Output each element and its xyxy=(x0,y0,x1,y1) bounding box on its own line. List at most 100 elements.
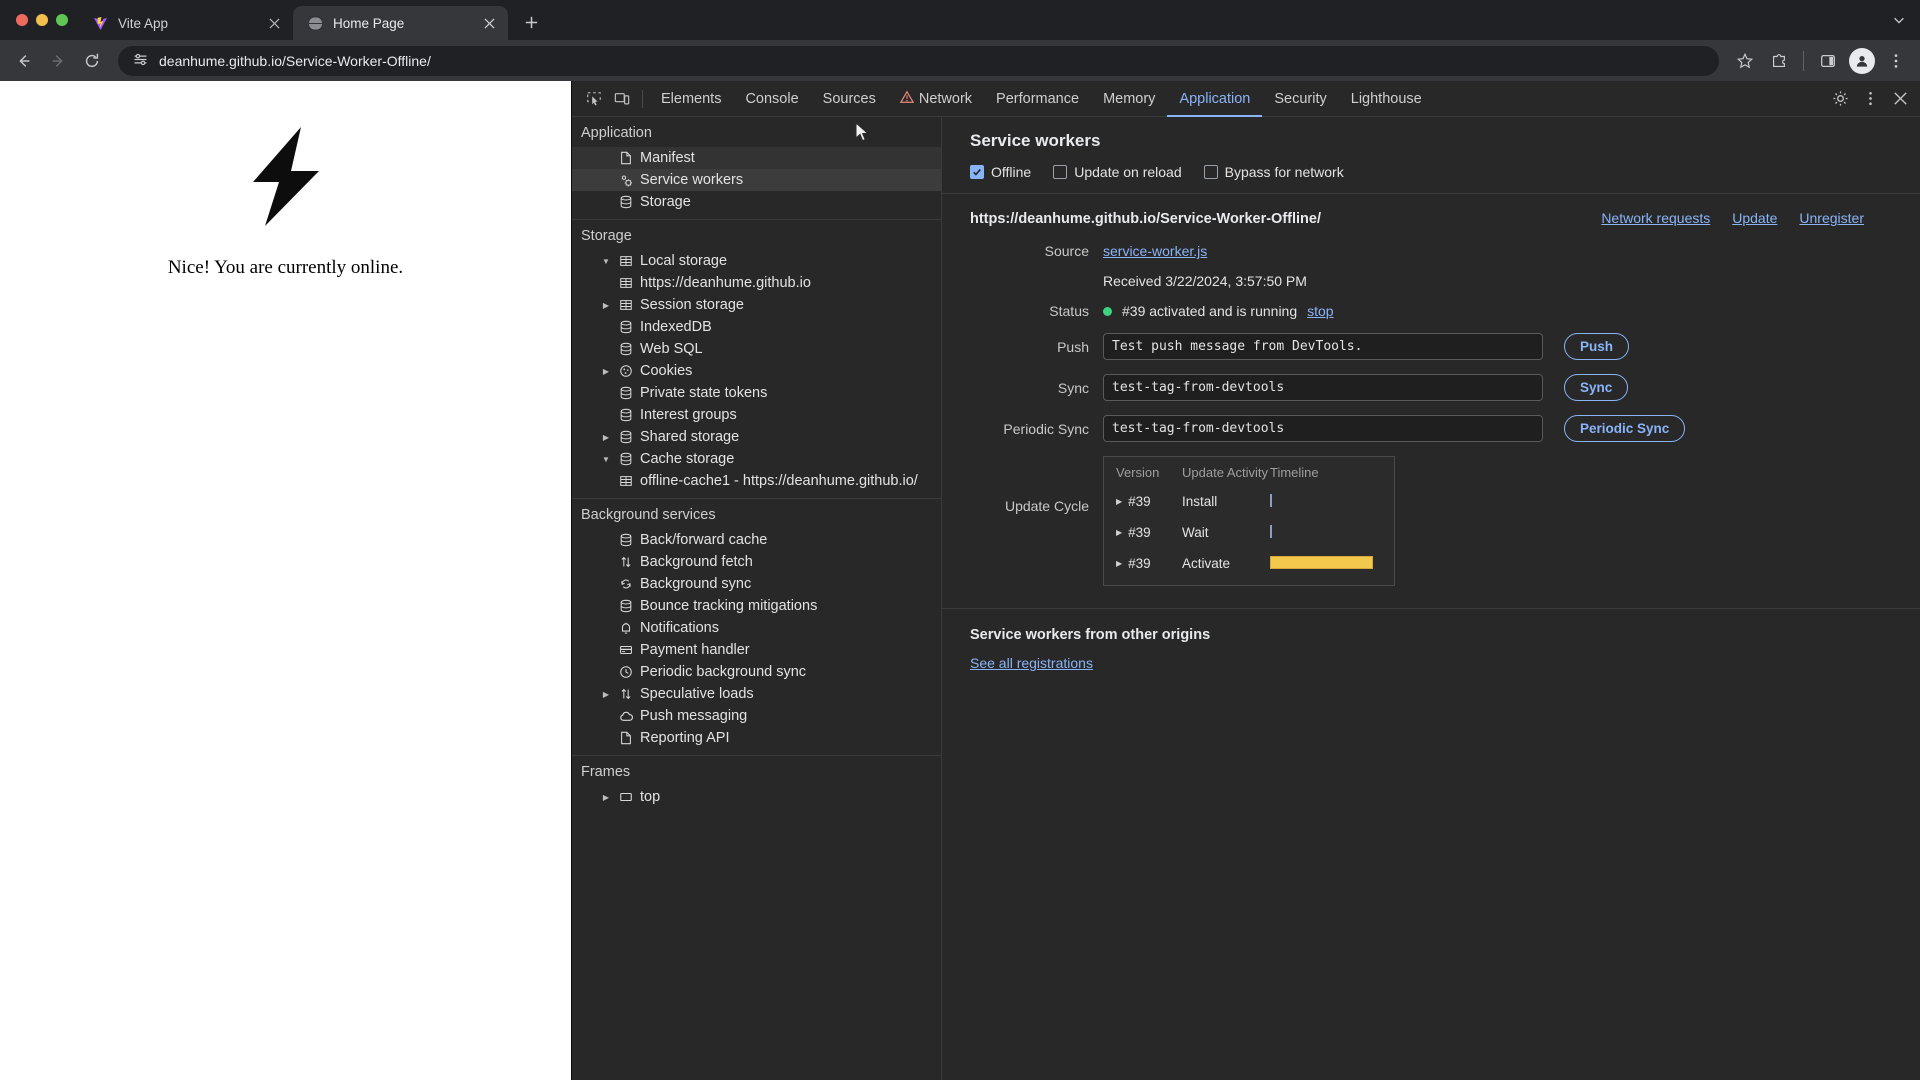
table-row[interactable]: ▶ #39 Activate xyxy=(1104,548,1394,579)
tab-performance[interactable]: Performance xyxy=(984,81,1091,117)
sidebar-item-indexeddb[interactable]: IndexedDB xyxy=(572,316,941,338)
close-icon[interactable] xyxy=(480,14,498,32)
sidebar-item-cookies[interactable]: ▶ Cookies xyxy=(572,360,941,382)
sidebar-item-reporting-api[interactable]: Reporting API xyxy=(572,727,941,749)
chevron-right-icon[interactable]: ▶ xyxy=(600,301,612,310)
registration-actions: Network requests Update Unregister xyxy=(1601,210,1892,226)
close-icon[interactable] xyxy=(1886,86,1914,112)
site-settings-icon[interactable] xyxy=(132,51,149,71)
update-link[interactable]: Update xyxy=(1732,210,1777,226)
tab-network[interactable]: Network xyxy=(888,81,984,117)
bookmark-star-icon[interactable] xyxy=(1729,45,1761,77)
sidebar-item-web-sql[interactable]: Web SQL xyxy=(572,338,941,360)
sidebar-item-background-sync[interactable]: Background sync xyxy=(572,573,941,595)
sync-input[interactable] xyxy=(1103,374,1543,401)
sidebar-item-local-storage-origin[interactable]: https://deanhume.github.io xyxy=(572,272,941,294)
chevron-right-icon[interactable]: ▶ xyxy=(1116,497,1122,506)
side-panel-icon[interactable] xyxy=(1812,45,1844,77)
profile-avatar[interactable] xyxy=(1846,45,1878,77)
sidebar-item-shared-storage[interactable]: ▶ Shared storage xyxy=(572,426,941,448)
sidebar-item-storage[interactable]: Storage xyxy=(572,191,941,213)
chevron-down-icon[interactable]: ▼ xyxy=(600,455,612,464)
sidebar-item-private-state-tokens[interactable]: Private state tokens xyxy=(572,382,941,404)
update-cycle-label: Update Cycle xyxy=(1004,498,1089,514)
tab-security[interactable]: Security xyxy=(1262,81,1338,117)
browser-tab-home-page[interactable]: Home Page xyxy=(293,6,508,40)
offline-checkbox[interactable]: Offline xyxy=(970,164,1031,180)
device-toolbar-icon[interactable] xyxy=(608,86,636,112)
checkbox-label: Update on reload xyxy=(1074,164,1182,180)
gear-icon[interactable] xyxy=(1826,86,1854,112)
table-row[interactable]: ▶ #39 Install xyxy=(1104,486,1394,517)
chevron-right-icon[interactable]: ▶ xyxy=(1116,528,1122,537)
unregister-link[interactable]: Unregister xyxy=(1799,210,1864,226)
sidebar-group-frames: Frames ▶ top xyxy=(572,756,941,814)
sidebar-item-session-storage[interactable]: ▶ Session storage xyxy=(572,294,941,316)
sidebar-item-back-forward-cache[interactable]: Back/forward cache xyxy=(572,529,941,551)
maximize-window-button[interactable] xyxy=(56,14,68,26)
sidebar-item-bounce-tracking-mitigations[interactable]: Bounce tracking mitigations xyxy=(572,595,941,617)
sidebar-item-local-storage[interactable]: ▼ Local storage xyxy=(572,250,941,272)
sync-button[interactable]: Sync xyxy=(1564,374,1629,401)
sidebar-item-cache-storage[interactable]: ▼ Cache storage xyxy=(572,448,941,470)
service-worker-registration: https://deanhume.github.io/Service-Worke… xyxy=(942,194,1920,586)
cloud-icon xyxy=(618,709,634,724)
received-timestamp: Received 3/22/2024, 3:57:50 PM xyxy=(1103,273,1307,289)
close-window-button[interactable] xyxy=(16,14,28,26)
periodic-sync-button[interactable]: Periodic Sync xyxy=(1564,415,1686,442)
inspect-element-icon[interactable] xyxy=(580,86,608,112)
browser-menu-icon[interactable] xyxy=(1880,45,1912,77)
new-tab-button[interactable] xyxy=(516,7,546,37)
reload-button[interactable] xyxy=(76,45,108,77)
update-on-reload-checkbox[interactable]: Update on reload xyxy=(1053,164,1182,180)
sidebar-item-service-workers[interactable]: Service workers xyxy=(572,169,941,191)
chevron-right-icon[interactable]: ▶ xyxy=(600,793,612,802)
sidebar-item-periodic-background-sync[interactable]: Periodic background sync xyxy=(572,661,941,683)
network-requests-link[interactable]: Network requests xyxy=(1601,210,1710,226)
sidebar-item-interest-groups[interactable]: Interest groups xyxy=(572,404,941,426)
sidebar-item-top-frame[interactable]: ▶ top xyxy=(572,786,941,808)
tab-lighthouse[interactable]: Lighthouse xyxy=(1339,81,1434,117)
extensions-icon[interactable] xyxy=(1763,45,1795,77)
table-row[interactable]: ▶ #39 Wait xyxy=(1104,517,1394,548)
periodic-sync-input[interactable] xyxy=(1103,415,1543,442)
sidebar-group-background-services: Background services Back/forward cache B… xyxy=(572,499,941,756)
chevron-right-icon[interactable]: ▶ xyxy=(600,433,612,442)
minimize-window-button[interactable] xyxy=(36,14,48,26)
chevron-right-icon[interactable]: ▶ xyxy=(600,690,612,699)
stop-link[interactable]: stop xyxy=(1307,303,1333,319)
tab-elements[interactable]: Elements xyxy=(649,81,733,117)
browser-tab-vite-app[interactable]: Vite App xyxy=(78,6,293,40)
tab-console[interactable]: Console xyxy=(733,81,810,117)
other-origins-title: Service workers from other origins xyxy=(970,627,1211,643)
cell-version: #39 xyxy=(1128,494,1151,509)
forward-button[interactable] xyxy=(42,45,74,77)
source-file-link[interactable]: service-worker.js xyxy=(1103,243,1207,259)
sidebar-group-storage: Storage ▼ Local storage https://deanhume… xyxy=(572,220,941,499)
bypass-for-network-checkbox[interactable]: Bypass for network xyxy=(1203,164,1344,180)
sidebar-item-background-fetch[interactable]: Background fetch xyxy=(572,551,941,573)
sidebar-item-manifest[interactable]: Manifest xyxy=(572,147,941,169)
chevron-down-icon[interactable]: ▼ xyxy=(600,257,612,266)
window-traffic-lights[interactable] xyxy=(10,0,78,40)
sidebar-item-notifications[interactable]: Notifications xyxy=(572,617,941,639)
push-button[interactable]: Push xyxy=(1564,333,1630,360)
sidebar-item-offline-cache1[interactable]: offline-cache1 - https://deanhume.github… xyxy=(572,470,941,492)
see-all-registrations-link[interactable]: See all registrations xyxy=(970,655,1093,671)
back-button[interactable] xyxy=(8,45,40,77)
push-input[interactable] xyxy=(1103,333,1543,360)
sidebar-item-push-messaging[interactable]: Push messaging xyxy=(572,705,941,727)
more-options-icon[interactable] xyxy=(1856,86,1884,112)
chevron-right-icon[interactable]: ▶ xyxy=(600,367,612,376)
chevron-right-icon[interactable]: ▶ xyxy=(1116,559,1122,568)
sidebar-item-payment-handler[interactable]: Payment handler xyxy=(572,639,941,661)
sidebar-item-label: Shared storage xyxy=(640,429,740,445)
chevron-down-icon[interactable] xyxy=(1888,9,1910,31)
sidebar-item-speculative-loads[interactable]: ▶ Speculative loads xyxy=(572,683,941,705)
tab-memory[interactable]: Memory xyxy=(1091,81,1167,117)
address-bar[interactable]: deanhume.github.io/Service-Worker-Offlin… xyxy=(118,45,1719,76)
tab-sources[interactable]: Sources xyxy=(811,81,888,117)
tab-application[interactable]: Application xyxy=(1167,81,1262,117)
close-icon[interactable] xyxy=(265,14,283,32)
received-row: Received 3/22/2024, 3:57:50 PM xyxy=(970,273,1892,289)
